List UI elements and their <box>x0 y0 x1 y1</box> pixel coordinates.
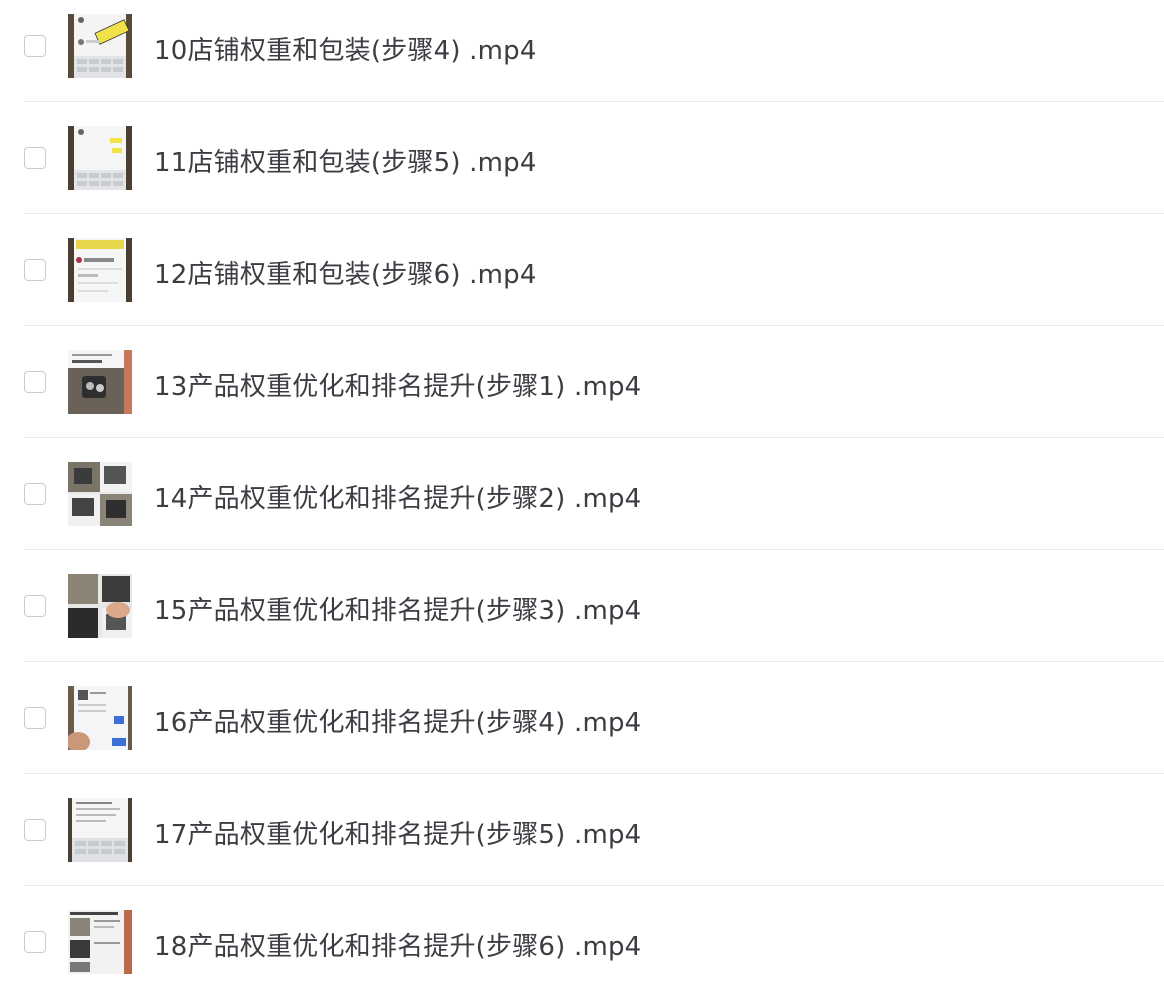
file-row[interactable]: 14产品权重优化和排名提升(步骤2) .mp4 <box>0 438 1164 550</box>
thumbnail-image <box>68 350 132 414</box>
video-thumbnail[interactable] <box>68 14 132 78</box>
file-row[interactable]: 16产品权重优化和排名提升(步骤4) .mp4 <box>0 662 1164 774</box>
file-row[interactable]: 10店铺权重和包装(步骤4) .mp4 <box>0 0 1164 102</box>
row-checkbox[interactable] <box>24 707 46 729</box>
video-thumbnail[interactable] <box>68 574 132 638</box>
thumbnail-image <box>68 462 132 526</box>
row-checkbox[interactable] <box>24 483 46 505</box>
video-thumbnail[interactable] <box>68 238 132 302</box>
thumbnail-image <box>68 686 132 750</box>
file-row[interactable]: 12店铺权重和包装(步骤6) .mp4 <box>0 214 1164 326</box>
thumbnail-image <box>68 14 132 78</box>
video-thumbnail[interactable] <box>68 350 132 414</box>
file-name[interactable]: 16产品权重优化和排名提升(步骤4) .mp4 <box>154 702 641 739</box>
file-name[interactable]: 13产品权重优化和排名提升(步骤1) .mp4 <box>154 366 641 403</box>
file-row[interactable]: 15产品权重优化和排名提升(步骤3) .mp4 <box>0 550 1164 662</box>
row-checkbox[interactable] <box>24 35 46 57</box>
row-checkbox[interactable] <box>24 147 46 169</box>
row-checkbox[interactable] <box>24 819 46 841</box>
thumbnail-image <box>68 910 132 974</box>
file-name[interactable]: 18产品权重优化和排名提升(步骤6) .mp4 <box>154 926 641 963</box>
video-thumbnail[interactable] <box>68 686 132 750</box>
file-row[interactable]: 11店铺权重和包装(步骤5) .mp4 <box>0 102 1164 214</box>
file-row[interactable]: 18产品权重优化和排名提升(步骤6) .mp4 <box>0 886 1164 998</box>
file-name[interactable]: 17产品权重优化和排名提升(步骤5) .mp4 <box>154 814 641 851</box>
row-checkbox[interactable] <box>24 595 46 617</box>
file-name[interactable]: 14产品权重优化和排名提升(步骤2) .mp4 <box>154 478 641 515</box>
file-name[interactable]: 12店铺权重和包装(步骤6) .mp4 <box>154 254 537 291</box>
file-name[interactable]: 10店铺权重和包装(步骤4) .mp4 <box>154 30 537 67</box>
row-checkbox[interactable] <box>24 931 46 953</box>
video-thumbnail[interactable] <box>68 798 132 862</box>
file-name[interactable]: 15产品权重优化和排名提升(步骤3) .mp4 <box>154 590 641 627</box>
thumbnail-image <box>68 238 132 302</box>
file-row[interactable]: 13产品权重优化和排名提升(步骤1) .mp4 <box>0 326 1164 438</box>
row-checkbox[interactable] <box>24 371 46 393</box>
video-thumbnail[interactable] <box>68 126 132 190</box>
video-thumbnail[interactable] <box>68 910 132 974</box>
thumbnail-image <box>68 574 132 638</box>
video-thumbnail[interactable] <box>68 462 132 526</box>
file-name[interactable]: 11店铺权重和包装(步骤5) .mp4 <box>154 142 537 179</box>
row-checkbox[interactable] <box>24 259 46 281</box>
thumbnail-image <box>68 126 132 190</box>
file-list: 10店铺权重和包装(步骤4) .mp4 11店铺权重和包装(步骤5) .mp4 <box>0 0 1164 990</box>
file-row[interactable]: 17产品权重优化和排名提升(步骤5) .mp4 <box>0 774 1164 886</box>
thumbnail-image <box>68 798 132 862</box>
